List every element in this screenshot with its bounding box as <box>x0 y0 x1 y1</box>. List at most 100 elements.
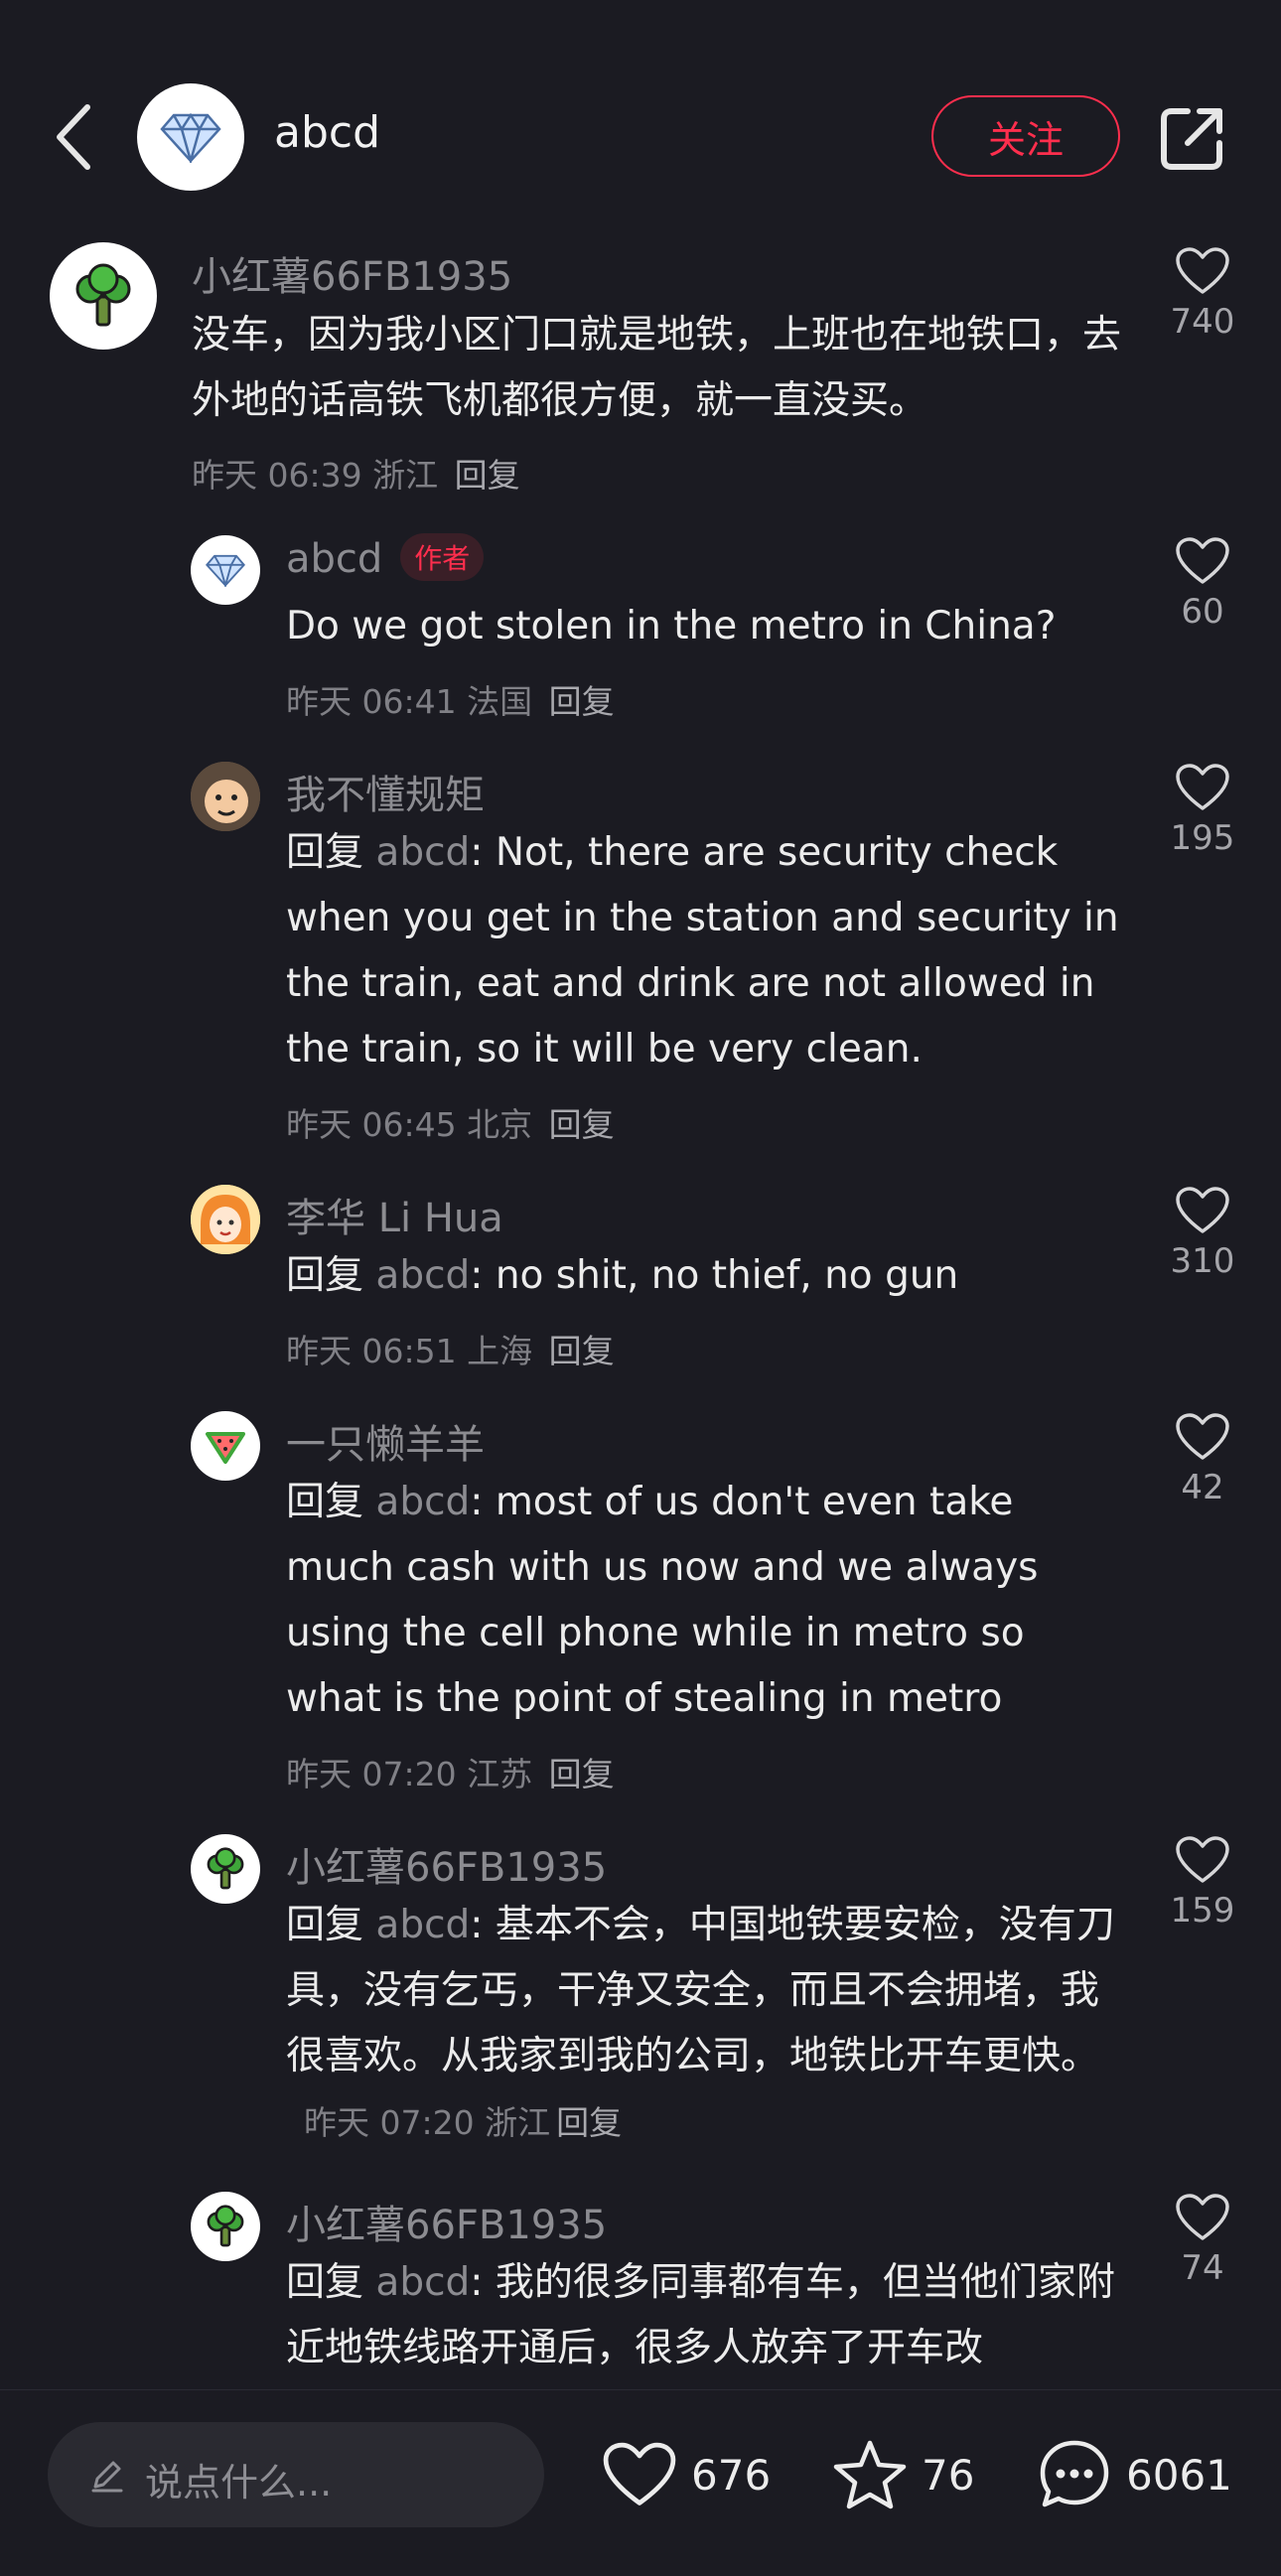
broccoli-icon <box>75 263 131 327</box>
mention-link[interactable]: abcd <box>375 830 470 875</box>
chevron-left-icon <box>57 104 90 170</box>
reply-text: 回复 abcd: 基本不会，中国地铁要安检，没有刀具，没有乞丐，干净又安全，而且… <box>286 1893 1120 2156</box>
share-button[interactable] <box>1158 103 1227 173</box>
commenter-avatar[interactable] <box>50 242 157 350</box>
watermelon-icon <box>206 1432 245 1464</box>
post-like-count: 676 <box>691 2450 772 2500</box>
like-count: 159 <box>1170 1891 1235 1931</box>
replier-avatar[interactable] <box>191 2192 260 2261</box>
reply-link[interactable]: 回复 <box>556 2103 622 2142</box>
heart-icon <box>603 2442 676 2505</box>
author-name[interactable]: abcd <box>274 107 380 158</box>
reply-text: 回复 abcd: most of us don't even take much… <box>286 1470 1120 1732</box>
comment-text: 没车，因为我小区门口就是地铁，上班也在地铁口，去外地的话高铁飞机都很方便，就一直… <box>192 313 1122 423</box>
like-button[interactable]: 159 <box>1148 1835 1257 1931</box>
like-post-button[interactable]: 676 <box>602 2430 771 2519</box>
like-count: 42 <box>1181 1468 1224 1507</box>
comment-time: 昨天 06:39 浙江 <box>192 456 439 495</box>
cartoon-face-icon <box>191 762 260 831</box>
reply-author[interactable]: abcd 作者 <box>286 533 485 585</box>
comment-input-placeholder: 说点什么... <box>145 2461 333 2504</box>
heart-icon <box>1176 2194 1229 2240</box>
heart-icon <box>1176 1836 1229 1883</box>
reply-text: 回复 abcd: no shit, no thief, no gun <box>286 1243 1120 1309</box>
girl-avatar-icon <box>191 1185 260 1254</box>
reply-body: : no shit, no thief, no gun <box>470 1253 959 1298</box>
heart-icon <box>1176 1413 1229 1460</box>
reply-text: 回复 abcd: 我的很多同事都有车，但当他们家附近地铁线路开通后，很多人放弃了… <box>286 2250 1120 2381</box>
like-count: 740 <box>1170 302 1235 342</box>
diamond-icon <box>160 112 221 163</box>
reply-meta: 昨天 07:20 浙江 回复 <box>304 2103 622 2142</box>
back-button[interactable] <box>50 99 99 175</box>
heart-icon <box>1176 537 1229 584</box>
reply-link[interactable]: 回复 <box>549 1105 615 1144</box>
star-icon <box>833 2440 907 2509</box>
like-button[interactable]: 42 <box>1148 1412 1257 1507</box>
like-count: 74 <box>1181 2248 1224 2288</box>
like-button[interactable]: 310 <box>1148 1186 1257 1281</box>
reply-prefix: 回复 <box>286 830 364 875</box>
reply-text: Do we got stolen in the metro in China? <box>286 604 1057 648</box>
replier-avatar[interactable] <box>191 1411 260 1481</box>
reply-time: 昨天 06:45 北京 <box>286 1105 533 1144</box>
mention-link[interactable]: abcd <box>375 2260 470 2305</box>
reply-author[interactable]: 小红薯66FB1935 <box>286 2193 607 2250</box>
replier-avatar[interactable] <box>191 1834 260 1904</box>
reply-prefix: 回复 <box>286 1480 364 1524</box>
follow-button[interactable]: 关注 <box>931 95 1120 177</box>
like-button[interactable]: 60 <box>1148 536 1257 632</box>
reply-author[interactable]: 一只懒羊羊 <box>286 1412 485 1470</box>
like-count: 195 <box>1170 818 1235 858</box>
reply-text: 回复 abcd: Not, there are security check w… <box>286 820 1120 1082</box>
reply-meta: 昨天 06:41 法国 回复 <box>286 675 615 723</box>
replier-avatar[interactable] <box>191 535 260 605</box>
like-button[interactable]: 195 <box>1148 763 1257 858</box>
reply-link[interactable]: 回复 <box>549 1755 615 1793</box>
reply-time: 昨天 07:20 江苏 <box>286 1755 533 1793</box>
author-badge: 作者 <box>400 533 485 581</box>
bottom-action-bar: 说点什么... 676 76 6061 <box>0 2389 1281 2576</box>
like-button[interactable]: 74 <box>1148 2193 1257 2288</box>
collect-button[interactable]: 76 <box>832 2430 974 2519</box>
reply-time: 昨天 07:20 浙江 <box>304 2103 551 2142</box>
reply-link[interactable]: 回复 <box>455 456 520 495</box>
author-avatar[interactable] <box>137 83 244 191</box>
heart-icon <box>1176 247 1229 294</box>
reply-meta: 昨天 06:45 北京 回复 <box>286 1098 615 1146</box>
reply-meta: 昨天 07:20 江苏 回复 <box>286 1748 615 1795</box>
chat-bubble-icon <box>1040 2440 1109 2507</box>
mention-link[interactable]: abcd <box>375 1253 470 1298</box>
collect-count: 76 <box>922 2450 975 2500</box>
like-count: 60 <box>1181 592 1224 632</box>
top-header: abcd 关注 <box>0 0 1281 238</box>
reply-author[interactable]: 李华 Li Hua <box>286 1186 503 1243</box>
reply-link[interactable]: 回复 <box>549 682 615 721</box>
heart-icon <box>1176 764 1229 810</box>
comment-count: 6061 <box>1126 2450 1232 2500</box>
broccoli-icon <box>207 2205 244 2247</box>
reply-author-name[interactable]: abcd <box>286 536 382 582</box>
like-count: 310 <box>1170 1241 1235 1281</box>
reply-prefix: 回复 <box>286 2260 364 2305</box>
comments-button[interactable]: 6061 <box>1037 2430 1232 2519</box>
pencil-icon <box>91 2461 123 2493</box>
replier-avatar[interactable] <box>191 1185 260 1254</box>
replier-avatar[interactable] <box>191 762 260 831</box>
reply-author[interactable]: 我不懂规矩 <box>286 763 485 820</box>
reply-prefix: 回复 <box>286 1903 364 1947</box>
comment-author[interactable]: 小红薯66FB1935 <box>192 244 512 302</box>
reply-author[interactable]: 小红薯66FB1935 <box>286 1835 607 1893</box>
mention-link[interactable]: abcd <box>375 1903 470 1947</box>
like-button[interactable]: 740 <box>1148 246 1257 342</box>
reply-time: 昨天 06:51 上海 <box>286 1332 533 1370</box>
reply-link[interactable]: 回复 <box>549 1332 615 1370</box>
comment-meta: 昨天 06:39 浙江 回复 <box>192 449 520 497</box>
share-icon <box>1161 108 1222 170</box>
comment-input[interactable]: 说点什么... <box>48 2422 544 2527</box>
heart-icon <box>1176 1187 1229 1233</box>
mention-link[interactable]: abcd <box>375 1480 470 1524</box>
reply-time: 昨天 06:41 法国 <box>286 682 533 721</box>
reply-meta: 昨天 06:51 上海 回复 <box>286 1325 615 1372</box>
broccoli-icon <box>207 1847 244 1890</box>
